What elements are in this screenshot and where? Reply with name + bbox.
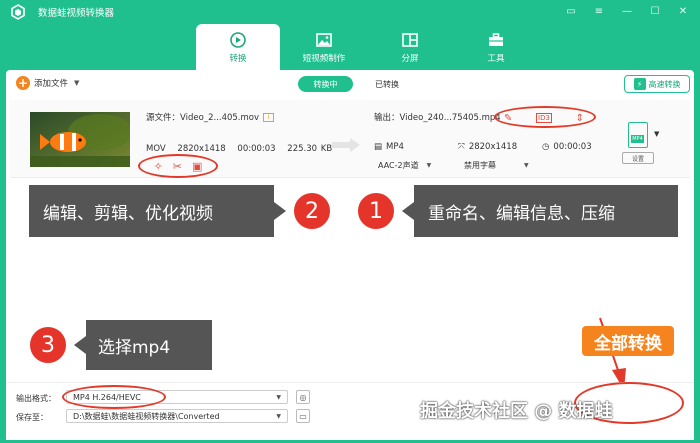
video-thumbnail[interactable] (30, 112, 130, 167)
chat-icon[interactable]: ▭ (564, 4, 578, 18)
fast-convert-label: 高速转换 (648, 79, 681, 89)
callout-select-mp4-text: 选择mp4 (98, 337, 171, 358)
maximize-icon[interactable]: ☐ (648, 4, 662, 18)
add-file-label: 添加文件 (34, 79, 69, 89)
output-resolution: 2820x1418 (468, 142, 518, 152)
window-controls: ▭ ≡ — ☐ ✕ (564, 4, 690, 18)
info-icon[interactable]: i (263, 113, 275, 122)
format-settings-icon[interactable]: ◎ (296, 390, 310, 404)
tab-tools-label: 工具 (487, 53, 505, 64)
app-title: 数据蛙视频转换器 (38, 8, 115, 19)
subtitle-select[interactable]: 禁用字幕 ▼ (464, 158, 529, 172)
annotation-ring-output-format (62, 385, 166, 409)
toolbox-icon (489, 32, 503, 46)
callout-pointer (274, 202, 286, 220)
source-format: MOV (146, 144, 166, 154)
tab-short-video-label: 短视频制作 (302, 53, 346, 64)
title-bar: 数据蛙视频转换器 ▭ ≡ — ☐ ✕ (0, 0, 700, 24)
callout-number-1: 1 (356, 191, 396, 231)
toolbar: + 添加文件 ▼ 转换中 已转换 ⚡ 高速转换 (6, 70, 694, 98)
film-icon: ▤ (374, 142, 383, 152)
chevron-down-icon[interactable]: ▼ (654, 130, 659, 138)
main-panel: + 添加文件 ▼ 转换中 已转换 ⚡ 高速转换 源文件：Video_2...40… (6, 70, 694, 440)
callout-pointer (74, 336, 86, 354)
tab-tools[interactable]: 工具 (454, 24, 538, 70)
main-nav: 转换 短视频制作 分屏 工具 (196, 24, 540, 70)
callout-number-3: 3 (28, 325, 68, 365)
chevron-down-icon[interactable]: ▼ (74, 79, 79, 87)
file-list-item: 源文件：Video_2...405.mov i MOV 2820x1418 00:… (10, 100, 690, 178)
tab-split-screen-label: 分屏 (401, 53, 419, 64)
output-format-cell: ▤ MP4 (374, 142, 458, 152)
tab-convert-label: 转换 (229, 53, 247, 64)
output-format-thumbnail[interactable]: MP4 (628, 122, 648, 148)
settings-button[interactable]: 设置 (622, 152, 654, 164)
audio-select-value: AAC-2声道 (378, 160, 419, 170)
source-resolution: 2820x1418 (177, 144, 226, 154)
folder-icon[interactable]: ▭ (296, 409, 310, 423)
fast-convert-button[interactable]: ⚡ 高速转换 (624, 75, 690, 93)
callout-pointer (402, 202, 414, 220)
callout-select-mp4: 选择mp4 (86, 320, 212, 370)
source-file-label: 源文件：Video_2...405.mov (146, 113, 260, 123)
output-resolution-cell: ⤧ 2820x1418 (458, 142, 542, 152)
output-duration: 00:00:03 (553, 142, 592, 152)
chevron-down-icon: ▼ (276, 393, 281, 401)
format-thumb-label: MP4 (631, 135, 644, 143)
audio-select[interactable]: AAC-2声道 ▼ (378, 158, 431, 172)
convert-icon (230, 31, 246, 48)
split-screen-icon (402, 32, 418, 47)
output-file-meta: ▤ MP4 ⤧ 2820x1418 ◷ 00:00:03 (374, 142, 592, 152)
source-duration: 00:00:03 (237, 144, 276, 154)
app-logo-icon (11, 4, 25, 20)
save-path-value: D:\数据蛙\数据蛙视频转换器\Converted (73, 411, 220, 421)
output-duration-cell: ◷ 00:00:03 (542, 142, 592, 152)
callout-number-2: 2 (292, 191, 332, 231)
output-format-label: 输出格式： (16, 394, 56, 403)
source-file-meta: MOV 2820x1418 00:00:03 225.30 KB (146, 144, 340, 154)
source-size: 225.30 KB (287, 144, 333, 154)
output-file-name: 输出：Video_240...75405.mp4 (374, 113, 501, 123)
tab-converted[interactable]: 已转换 (362, 76, 412, 92)
add-file-button[interactable]: + 添加文件 ▼ (16, 76, 79, 90)
arrow-right-icon (332, 138, 360, 152)
clock-icon: ◷ (542, 142, 550, 152)
tab-convert[interactable]: 转换 (196, 24, 280, 70)
save-path-combo[interactable]: D:\数据蛙\数据蛙视频转换器\Converted ▼ (66, 409, 288, 423)
resize-icon: ⤧ (458, 142, 465, 152)
subtitle-select-value: 禁用字幕 (464, 160, 496, 170)
callout-edit-video: 编辑、剪辑、优化视频 (29, 185, 274, 237)
tab-short-video[interactable]: 短视频制作 (282, 24, 366, 70)
chevron-down-icon: ▼ (524, 161, 529, 169)
chevron-down-icon: ▼ (276, 412, 281, 420)
minimize-icon[interactable]: — (620, 4, 634, 18)
close-icon[interactable]: ✕ (676, 4, 690, 18)
menu-icon[interactable]: ≡ (592, 4, 606, 18)
save-to-label: 保存至： (16, 413, 48, 422)
plus-icon: + (16, 76, 30, 90)
tab-converting[interactable]: 转换中 (298, 76, 353, 92)
callout-rename-info-compress: 重命名、编辑信息、压缩 (414, 185, 678, 237)
image-icon (316, 32, 332, 47)
lightning-icon: ⚡ (633, 78, 646, 90)
annotation-ring-output-tools (494, 106, 596, 128)
tab-split-screen[interactable]: 分屏 (368, 24, 452, 70)
output-format: MP4 (386, 142, 404, 152)
chevron-down-icon: ▼ (426, 161, 432, 169)
source-file-name: 源文件：Video_2...405.mov i (146, 111, 275, 123)
annotation-ring-edit-tools (138, 154, 218, 178)
callout-rename-text: 重命名、编辑信息、压缩 (428, 203, 615, 224)
convert-all-button[interactable]: 全部转换 (582, 326, 674, 356)
watermark: 掘金技术社区 @ 数据蛙 (420, 401, 613, 422)
callout-edit-video-text: 编辑、剪辑、优化视频 (43, 203, 213, 224)
